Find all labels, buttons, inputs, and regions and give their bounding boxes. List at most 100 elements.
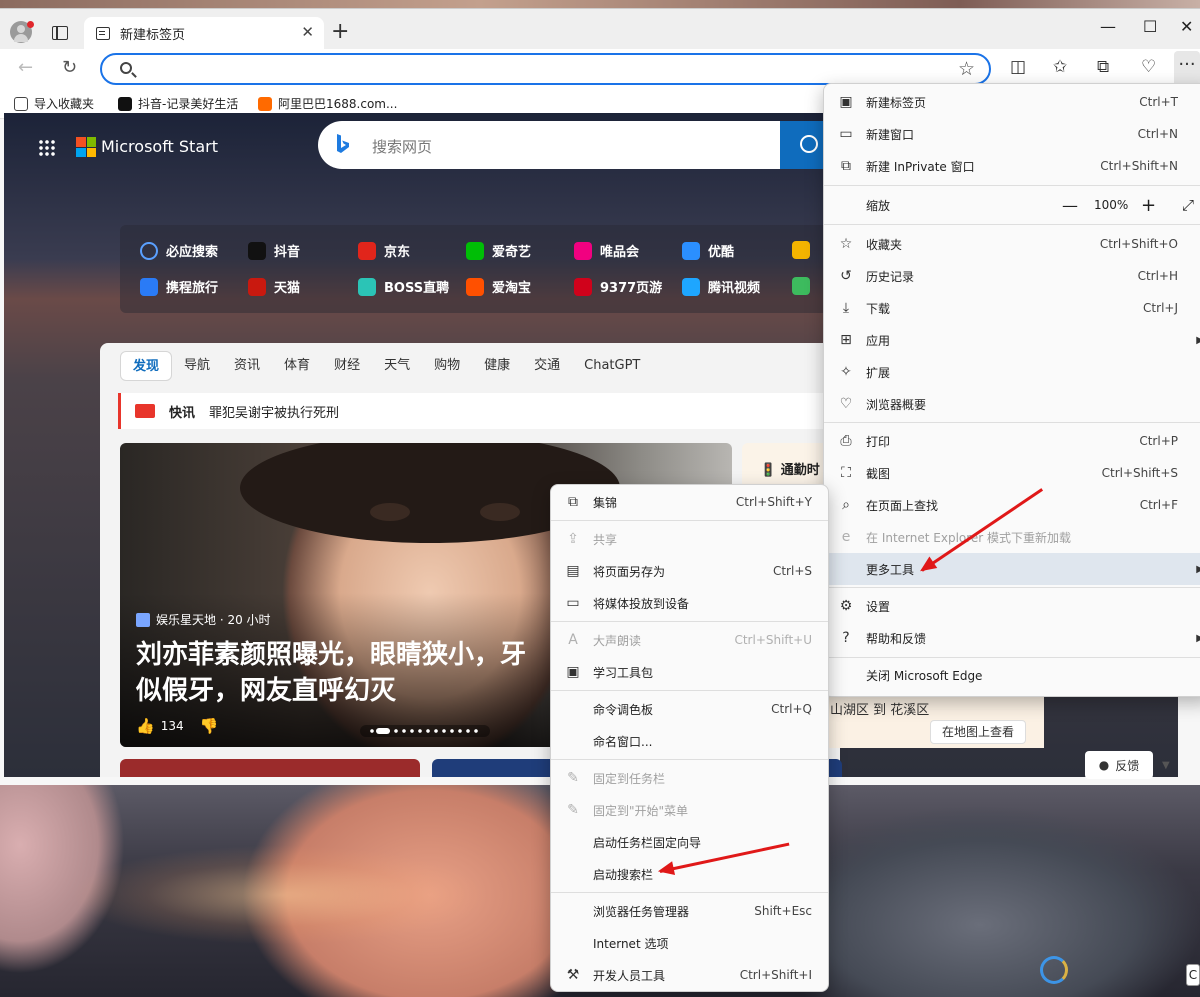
menu-favorites[interactable]: ☆ 收藏夹 Ctrl+Shift+O [824,228,1200,260]
submenu-learning-toolkit[interactable]: ▣ 学习工具包 [551,656,828,688]
add-favorite-icon[interactable]: ☆ [958,58,975,80]
maximize-icon[interactable]: ☐ [1143,17,1157,36]
scroll-down-icon[interactable]: ▼ [1162,760,1170,771]
submenu-devtools[interactable]: ⚒ 开发人员工具 Ctrl+Shift+I [551,959,828,991]
menu-new-inprivate[interactable]: ⧉ 新建 InPrivate 窗口 Ctrl+Shift+N [824,150,1200,182]
title-bar: 新建标签页 ✕ + — ☐ ✕ [0,9,1200,49]
search-placeholder: 搜索网页 [372,138,433,156]
settings-and-more-button[interactable]: ··· [1174,51,1200,87]
menu-screenshot[interactable]: ⛶ 截图 Ctrl+Shift+S [824,457,1200,489]
menu-find-on-page[interactable]: ⌕ 在页面上查找 Ctrl+F [824,489,1200,521]
menu-more-tools[interactable]: 更多工具 ▶ [824,553,1200,585]
quicklink-label: 爱奇艺 [492,245,532,260]
close-tab-icon[interactable]: ✕ [301,24,314,40]
submenu-share[interactable]: ⇪ 共享 [551,523,828,555]
feed-tab[interactable]: ChatGPT [572,351,652,381]
zoom-in-icon[interactable]: + [1141,195,1156,216]
minimize-icon[interactable]: — [1100,17,1116,36]
carousel-dots[interactable] [360,725,490,737]
feed-tab[interactable]: 健康 [472,351,522,381]
submenu-pin-taskbar[interactable]: ✎ 固定到任务栏 [551,762,828,794]
fullscreen-icon[interactable]: ⤢ [1182,196,1194,214]
quicklink-item[interactable] [792,277,810,295]
refresh-icon[interactable]: ↻ [62,57,77,78]
submenu-name-window[interactable]: 命名窗口... [551,725,828,757]
bing-search-box[interactable]: 搜索网页 [318,121,838,169]
browser-essentials-icon[interactable]: ♡ [1141,57,1156,77]
feed-tab[interactable]: 发现 [120,351,173,381]
feed-tab[interactable]: 购物 [422,351,472,381]
menu-label: 历史记录 [866,269,915,284]
submenu-collections[interactable]: ⧉ 集锦 Ctrl+Shift+Y [551,486,828,518]
menu-close-edge[interactable]: 关闭 Microsoft Edge [824,659,1200,691]
feed-tab[interactable]: 体育 [272,351,322,381]
menu-history[interactable]: ↺ 历史记录 Ctrl+H [824,260,1200,292]
quicklink-item[interactable]: 必应搜索 [140,241,218,260]
submenu-cast-media[interactable]: ▭ 将媒体投放到设备 [551,587,828,619]
menu-new-window[interactable]: ▭ 新建窗口 Ctrl+N [824,118,1200,150]
quicklink-item[interactable]: 9377页游 [574,277,662,296]
menu-ie-mode[interactable]: e在 Internet Explorer 模式下重新加载 [824,521,1200,553]
zoom-level: 100% [1094,198,1129,212]
menu-browser-essentials[interactable]: ♡ 浏览器概要 [824,388,1200,420]
quicklink-item[interactable] [792,241,810,259]
feed-tab[interactable]: 财经 [322,351,372,381]
menu-new-tab[interactable]: ▣ 新建标签页 Ctrl+T [824,86,1200,118]
menu-apps[interactable]: ⊞ 应用 ▶ [824,324,1200,356]
hero-reactions: 👍 134 👎 [136,717,218,735]
menu-separator [551,520,828,521]
feed-tab[interactable]: 导航 [172,351,222,381]
favorite-import[interactable]: 导入收藏夹 [14,95,94,112]
back-icon[interactable]: ← [18,57,33,78]
view-on-map-button[interactable]: 在地图上查看 [930,720,1026,744]
menu-downloads[interactable]: ⤓ 下载 Ctrl+J [824,292,1200,324]
tab-actions-icon[interactable] [52,26,68,40]
collections-icon[interactable]: ⧉ [1097,57,1109,77]
menu-help-feedback[interactable]: ? 帮助和反馈 ▶ [824,622,1200,654]
quicklink-item[interactable]: 携程旅行 [140,277,218,296]
submenu-pin-start[interactable]: ✎ 固定到"开始"菜单 [551,794,828,826]
feed-tab[interactable]: 天气 [372,351,422,381]
thumbs-down-icon[interactable]: 👎 [200,717,219,735]
split-screen-icon[interactable]: ◫ [1010,57,1026,77]
quicklink-item[interactable]: 爱淘宝 [466,277,531,296]
address-bar[interactable]: ☆ [100,53,991,85]
feedback-button[interactable]: ● 反馈 [1085,751,1153,779]
help-icon: ? [842,630,850,646]
news-card[interactable] [120,759,420,777]
menu-extensions[interactable]: ✧ 扩展 [824,356,1200,388]
quicklink-item[interactable]: 腾讯视频 [682,277,760,296]
quicklink-item[interactable]: BOSS直聘 [358,277,449,296]
menu-shortcut: Ctrl+P [1139,434,1178,448]
flash-news[interactable]: 快讯 罪犯吴谢宇被执行死刑 [118,393,840,429]
menu-shortcut: Ctrl+S [772,564,812,578]
menu-label: Internet 选项 [593,936,669,951]
quicklink-item[interactable]: 抖音 [248,241,300,260]
feed-tab[interactable]: 交通 [522,351,572,381]
tab-new-tab[interactable]: 新建标签页 ✕ [84,17,324,49]
quicklink-item[interactable]: 唯品会 [574,241,639,260]
favorite-douyin[interactable]: 抖音-记录美好生活 [118,95,238,112]
favorite-1688[interactable]: 阿里巴巴1688.com... [258,95,397,112]
submenu-save-page[interactable]: ▤ 将页面另存为 Ctrl+S [551,555,828,587]
quicklink-item[interactable]: 爱奇艺 [466,241,531,260]
menu-separator [551,690,828,691]
quicklink-item[interactable]: 京东 [358,241,410,260]
zoom-out-icon[interactable]: — [1062,196,1078,215]
favorites-icon[interactable]: ✩ [1053,57,1067,77]
quicklink-item[interactable]: 优酷 [682,241,734,260]
submenu-command-palette[interactable]: 命令调色板 Ctrl+Q [551,693,828,725]
submenu-internet-options[interactable]: Internet 选项 [551,927,828,959]
menu-settings[interactable]: ⚙ 设置 [824,590,1200,622]
submenu-task-manager[interactable]: 浏览器任务管理器 Shift+Esc [551,895,828,927]
learning-toolkit-icon: ▣ [566,664,580,680]
close-window-icon[interactable]: ✕ [1180,17,1193,36]
app-launcher-icon[interactable] [38,139,56,157]
feed-tab[interactable]: 资讯 [222,351,272,381]
submenu-read-aloud[interactable]: A 大声朗读 Ctrl+Shift+U [551,624,828,656]
new-tab-button[interactable]: + [331,21,349,43]
menu-separator [824,657,1200,658]
menu-print[interactable]: ⎙ 打印 Ctrl+P [824,425,1200,457]
quicklink-item[interactable]: 天猫 [248,277,300,296]
thumbs-up-icon[interactable]: 👍 [136,717,155,735]
